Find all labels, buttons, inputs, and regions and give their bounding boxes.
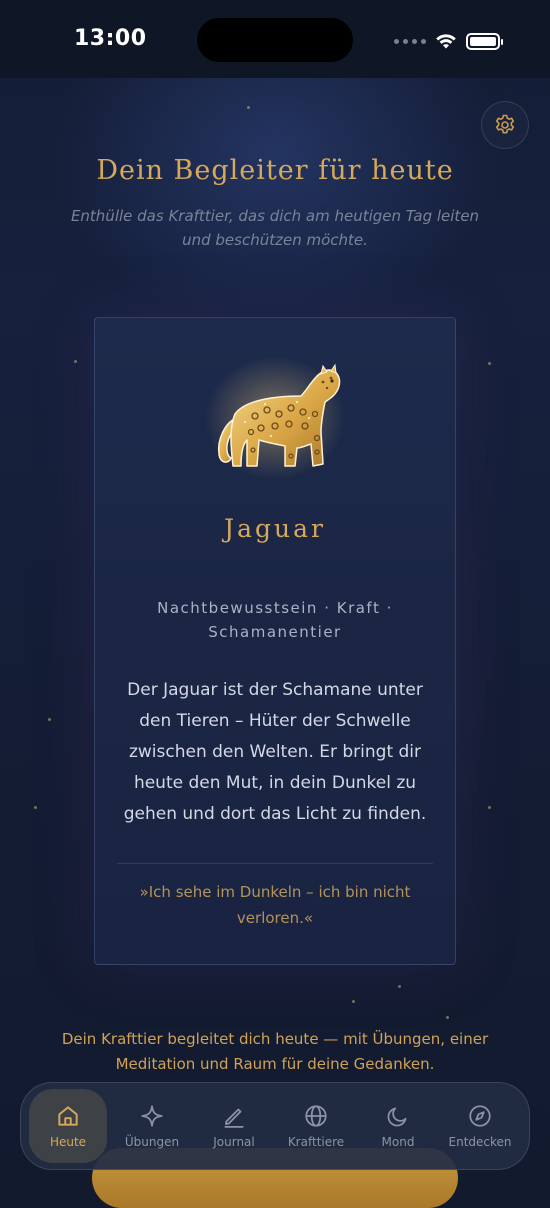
tab-label: Mond (381, 1135, 415, 1149)
star-dot (34, 806, 37, 809)
star-dot (446, 1016, 449, 1019)
pencil-icon (224, 1108, 244, 1128)
status-bar: 13:00 (0, 0, 550, 78)
card-divider (117, 863, 433, 864)
compass-icon (469, 1105, 491, 1127)
tab-bar: Heute Übungen Journal Krafttiere Mond En… (20, 1082, 530, 1170)
tab-label: Heute (49, 1135, 87, 1149)
animal-name: Jaguar (224, 514, 326, 543)
tab-mond[interactable]: Mond (357, 1089, 439, 1163)
tab-heute[interactable]: Heute (29, 1089, 107, 1163)
footer-text: Dein Krafttier begleitet dich heute — mi… (61, 1030, 489, 1073)
star-dot (488, 362, 491, 365)
tab-entdecken[interactable]: Entdecken (439, 1089, 521, 1163)
cellular-signal-icon (394, 38, 426, 44)
animal-traits: Nachtbewusstsein · Kraft · Schamanentier (157, 599, 393, 641)
tab-label: Übungen (124, 1135, 180, 1149)
status-icons (394, 30, 503, 52)
star-dot (352, 1000, 355, 1003)
star-dot (247, 106, 250, 109)
animal-description: Der Jaguar ist der Schamane unter den Ti… (123, 680, 427, 824)
tab-label: Krafttiere (287, 1135, 345, 1149)
sparkle-icon (141, 1105, 163, 1127)
star-dot (74, 360, 77, 363)
tab-label: Entdecken (448, 1135, 512, 1149)
tab-uebungen[interactable]: Übungen (111, 1089, 193, 1163)
star-dot (398, 985, 401, 988)
battery-icon (466, 32, 503, 50)
star-dot (48, 718, 51, 721)
status-time: 13:00 (74, 26, 147, 51)
power-animal-card[interactable]: Jaguar Nachtbewusstsein · Kraft · Schama… (94, 317, 456, 965)
globe-icon (305, 1105, 327, 1127)
moon-icon (387, 1107, 407, 1127)
star-dot (488, 806, 491, 809)
wifi-icon (436, 34, 456, 49)
animal-quote: »Ich sehe im Dunkeln – ich bin nicht ver… (139, 883, 411, 927)
page-subtitle: Enthülle das Krafttier, das dich am heut… (70, 207, 480, 249)
tab-journal[interactable]: Journal (193, 1089, 275, 1163)
tab-label: Journal (213, 1135, 255, 1149)
tab-krafttiere[interactable]: Krafttiere (275, 1089, 357, 1163)
gear-icon (495, 114, 515, 134)
page-title: Dein Begleiter für heute (96, 155, 454, 186)
settings-button[interactable] (481, 101, 529, 149)
dynamic-island (197, 18, 353, 62)
jaguar-illustration (205, 356, 345, 480)
home-icon (58, 1106, 78, 1126)
